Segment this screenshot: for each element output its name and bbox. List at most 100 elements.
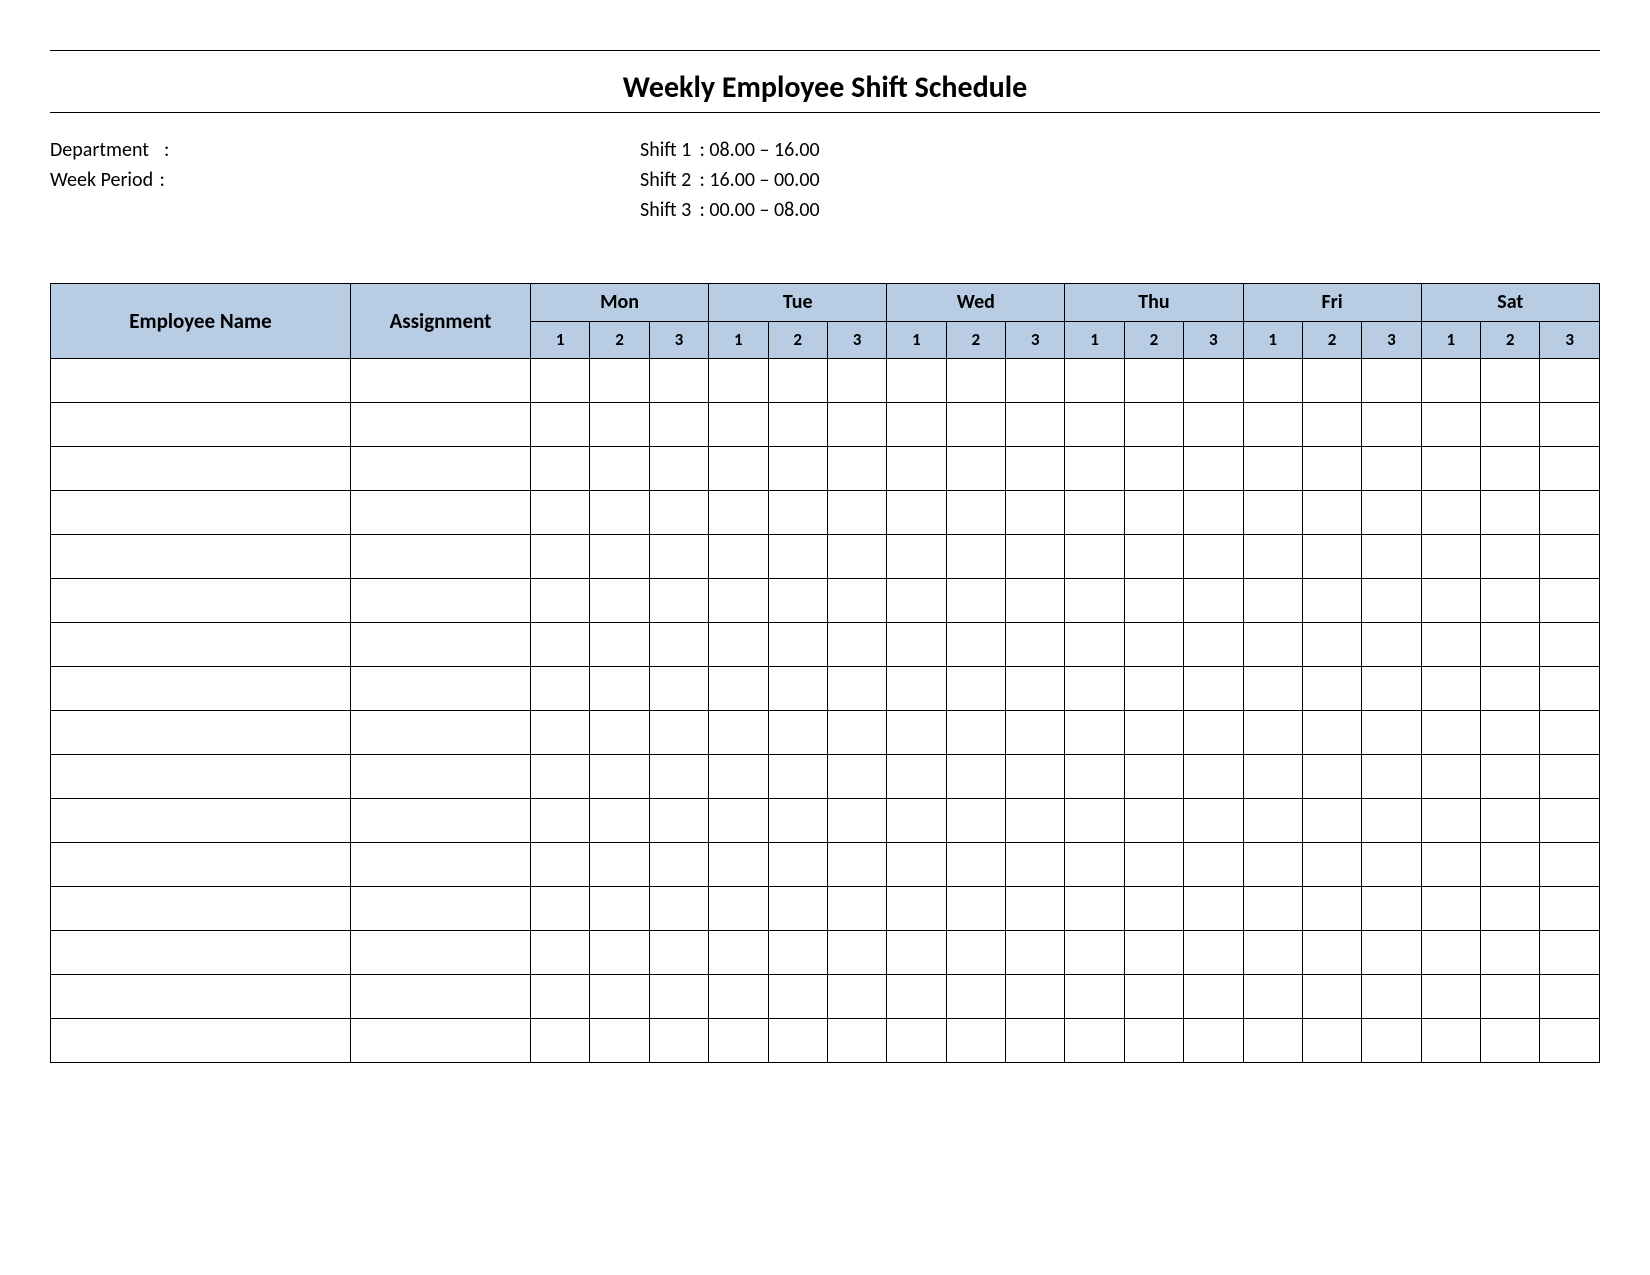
cell-assignment[interactable] [351, 579, 531, 623]
cell-shift[interactable] [1302, 1019, 1361, 1063]
cell-shift[interactable] [827, 1019, 886, 1063]
cell-employee[interactable] [51, 359, 351, 403]
cell-shift[interactable] [1421, 579, 1480, 623]
cell-shift[interactable] [709, 931, 768, 975]
cell-shift[interactable] [1302, 887, 1361, 931]
cell-shift[interactable] [649, 1019, 708, 1063]
cell-shift[interactable] [1184, 931, 1243, 975]
cell-shift[interactable] [1362, 799, 1421, 843]
cell-shift[interactable] [649, 403, 708, 447]
cell-shift[interactable] [768, 711, 827, 755]
cell-shift[interactable] [827, 931, 886, 975]
cell-shift[interactable] [1006, 667, 1065, 711]
cell-shift[interactable] [827, 403, 886, 447]
cell-shift[interactable] [590, 403, 649, 447]
cell-shift[interactable] [946, 535, 1005, 579]
cell-shift[interactable] [1243, 799, 1302, 843]
cell-shift[interactable] [531, 623, 590, 667]
cell-shift[interactable] [1184, 799, 1243, 843]
cell-shift[interactable] [827, 711, 886, 755]
cell-shift[interactable] [1006, 711, 1065, 755]
cell-shift[interactable] [1540, 931, 1600, 975]
cell-shift[interactable] [1184, 359, 1243, 403]
cell-shift[interactable] [531, 711, 590, 755]
cell-shift[interactable] [649, 843, 708, 887]
cell-shift[interactable] [1302, 755, 1361, 799]
cell-shift[interactable] [590, 711, 649, 755]
cell-shift[interactable] [887, 447, 946, 491]
cell-shift[interactable] [590, 535, 649, 579]
cell-shift[interactable] [1065, 403, 1124, 447]
cell-shift[interactable] [1481, 491, 1540, 535]
cell-shift[interactable] [1540, 403, 1600, 447]
cell-assignment[interactable] [351, 975, 531, 1019]
cell-shift[interactable] [1184, 491, 1243, 535]
cell-shift[interactable] [768, 1019, 827, 1063]
cell-shift[interactable] [649, 579, 708, 623]
cell-shift[interactable] [946, 359, 1005, 403]
cell-shift[interactable] [1421, 1019, 1480, 1063]
cell-shift[interactable] [1362, 535, 1421, 579]
cell-shift[interactable] [1184, 1019, 1243, 1063]
cell-shift[interactable] [649, 931, 708, 975]
cell-employee[interactable] [51, 1019, 351, 1063]
cell-shift[interactable] [531, 887, 590, 931]
cell-shift[interactable] [1124, 755, 1183, 799]
cell-shift[interactable] [827, 755, 886, 799]
cell-shift[interactable] [1421, 975, 1480, 1019]
cell-shift[interactable] [1243, 623, 1302, 667]
cell-shift[interactable] [1302, 711, 1361, 755]
cell-shift[interactable] [1481, 843, 1540, 887]
cell-shift[interactable] [1006, 579, 1065, 623]
cell-shift[interactable] [709, 667, 768, 711]
cell-assignment[interactable] [351, 1019, 531, 1063]
cell-shift[interactable] [1184, 711, 1243, 755]
cell-shift[interactable] [946, 403, 1005, 447]
cell-shift[interactable] [1302, 843, 1361, 887]
cell-shift[interactable] [649, 359, 708, 403]
cell-shift[interactable] [590, 843, 649, 887]
cell-shift[interactable] [1065, 491, 1124, 535]
cell-shift[interactable] [1065, 887, 1124, 931]
cell-shift[interactable] [1065, 711, 1124, 755]
cell-shift[interactable] [1540, 1019, 1600, 1063]
cell-shift[interactable] [709, 491, 768, 535]
cell-shift[interactable] [1065, 667, 1124, 711]
cell-shift[interactable] [946, 667, 1005, 711]
cell-shift[interactable] [827, 535, 886, 579]
cell-shift[interactable] [1243, 975, 1302, 1019]
cell-shift[interactable] [827, 799, 886, 843]
cell-employee[interactable] [51, 975, 351, 1019]
cell-shift[interactable] [1124, 887, 1183, 931]
cell-shift[interactable] [1481, 403, 1540, 447]
cell-shift[interactable] [531, 1019, 590, 1063]
cell-shift[interactable] [946, 623, 1005, 667]
cell-shift[interactable] [1065, 755, 1124, 799]
cell-shift[interactable] [531, 359, 590, 403]
cell-shift[interactable] [1006, 491, 1065, 535]
cell-shift[interactable] [887, 359, 946, 403]
cell-shift[interactable] [1243, 491, 1302, 535]
cell-shift[interactable] [1184, 623, 1243, 667]
cell-shift[interactable] [946, 579, 1005, 623]
cell-assignment[interactable] [351, 667, 531, 711]
cell-shift[interactable] [709, 447, 768, 491]
cell-shift[interactable] [1065, 843, 1124, 887]
cell-shift[interactable] [649, 799, 708, 843]
cell-shift[interactable] [709, 403, 768, 447]
cell-shift[interactable] [946, 1019, 1005, 1063]
cell-shift[interactable] [1481, 711, 1540, 755]
cell-shift[interactable] [531, 447, 590, 491]
cell-shift[interactable] [1065, 535, 1124, 579]
cell-shift[interactable] [1362, 975, 1421, 1019]
cell-shift[interactable] [1481, 931, 1540, 975]
cell-shift[interactable] [887, 667, 946, 711]
cell-shift[interactable] [1481, 667, 1540, 711]
cell-shift[interactable] [887, 1019, 946, 1063]
cell-shift[interactable] [1243, 1019, 1302, 1063]
cell-shift[interactable] [1362, 623, 1421, 667]
cell-shift[interactable] [1302, 799, 1361, 843]
cell-shift[interactable] [1184, 843, 1243, 887]
cell-shift[interactable] [887, 535, 946, 579]
cell-shift[interactable] [887, 403, 946, 447]
